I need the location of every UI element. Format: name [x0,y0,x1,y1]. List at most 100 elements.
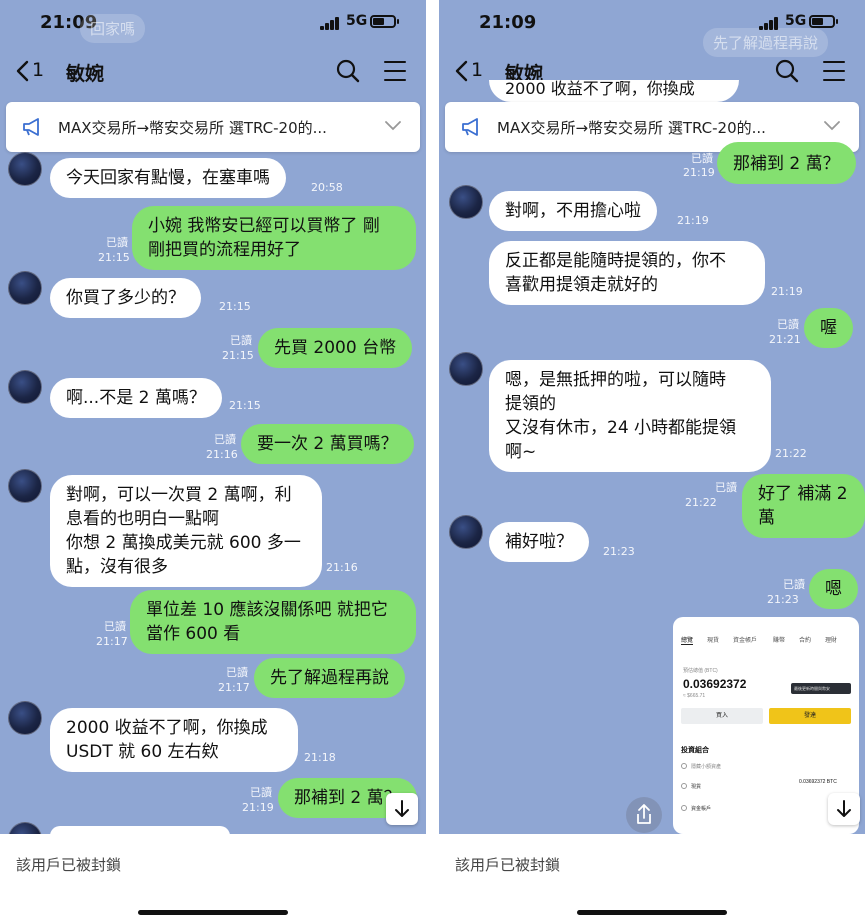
avatar[interactable] [8,152,42,186]
message-bubble: 要一次 2 萬買嗎？ [241,424,414,464]
card-tab-bar: 總覽 現貨 資金帳戶 賺幣 合約 理財 [681,635,851,649]
back-count[interactable]: 1 [32,59,44,81]
status-bar: 21:09 回家嗎 5G [0,0,426,44]
home-indicator[interactable] [577,910,727,915]
card-tab: 賺幣 [773,638,786,644]
card-portfolio-title: 投資組合 [681,747,709,754]
message-time: 21:15 [219,300,251,313]
read-receipt: 已讀 [226,666,248,679]
message-time: 21:17 [96,635,128,648]
menu-icon[interactable] [823,61,845,81]
message-bubble-partial: 2000 收益不了啊，你換成 [489,80,739,102]
home-indicator[interactable] [138,910,288,915]
message-bubble: 反正都是能隨時提領的，你不 喜歡用提領走就好的 [489,241,765,305]
blocked-notice: 該用戶已被封鎖 [16,856,122,874]
share-button[interactable] [626,797,662,833]
read-receipt: 已讀 [783,578,805,591]
arrow-down-icon [395,800,409,817]
avatar[interactable] [449,515,483,549]
status-bar: 21:09 先了解過程再說 5G [439,0,865,57]
chat-area[interactable]: 21:09 先了解過程再說 5G 1 敏婉 2000 收益不了啊，你換成 MAX… [439,0,865,834]
read-receipt: 已讀 [106,236,128,249]
avatar[interactable] [449,352,483,386]
card-tooltip: 最後更新時間與幣安 [791,683,851,694]
footer: 該用戶已被封鎖 [439,834,865,924]
ghost-notification: 回家嗎 [80,14,146,43]
card-row-label: 資金帳戶 [691,806,712,812]
message-bubble: 你買了多少的？ [50,278,201,318]
card-fiat-value: ≈ $665.71 [683,693,706,699]
footer: 該用戶已被封鎖 [0,834,426,924]
message-bubble: 補好啦？ [489,522,589,562]
read-receipt: 已讀 [104,620,126,633]
battery-icon [370,15,399,28]
status-time: 21:09 [479,12,537,33]
card-tab: 總覽 [681,635,694,645]
message-time: 21:16 [206,448,238,461]
card-tab: 理財 [825,638,838,644]
card-tab: 現貨 [707,638,720,644]
chat-screen-right: 21:09 先了解過程再說 5G 1 敏婉 2000 收益不了啊，你換成 MAX… [439,0,865,924]
avatar[interactable] [449,185,483,219]
message-time: 21:19 [242,801,274,814]
avatar[interactable] [8,822,42,834]
menu-icon[interactable] [384,61,406,81]
message-bubble: 那補到 2 萬？ [717,142,856,184]
message-bubble: 嗯 [809,569,858,609]
message-time: 21:21 [769,333,801,346]
message-time: 20:58 [311,181,343,194]
message-time: 21:22 [685,496,717,509]
scroll-down-button[interactable] [828,793,860,825]
chat-title: 敏婉 [66,63,105,85]
scroll-down-button[interactable] [386,793,418,825]
megaphone-icon [462,118,478,136]
read-receipt: 已讀 [777,318,799,331]
message-bubble: 單位差 10 應該沒關係吧 就把它 當作 600 看 [130,590,416,654]
search-icon[interactable] [335,58,361,84]
chevron-down-icon[interactable] [823,120,841,132]
message-time: 21:19 [771,285,803,298]
card-row-value: 0.03692372 BTC [799,779,837,785]
card-balance: 0.03692372 [683,677,747,691]
message-time: 21:23 [767,593,799,606]
chat-area[interactable]: 21:09 回家嗎 5G 1 敏婉 MAX交易所→幣安交易所 選TRC-20的.… [0,0,426,834]
message-time: 21:15 [222,349,254,362]
back-chevron-icon[interactable] [14,60,32,82]
message-time: 21:19 [677,214,709,227]
avatar[interactable] [8,271,42,305]
search-icon[interactable] [774,58,800,84]
nav-bar: 1 敏婉 [0,50,426,94]
message-bubble: 對啊，不用擔心啦 [489,191,657,231]
message-time: 21:22 [775,447,807,460]
read-receipt: 已讀 [715,481,737,494]
back-chevron-icon[interactable] [453,60,471,82]
avatar[interactable] [8,701,42,735]
message-bubble: 啊...不是 2 萬嗎？ [50,378,222,418]
message-time: 21:16 [326,561,358,574]
megaphone-icon [23,118,39,136]
message-time: 21:15 [229,399,261,412]
share-icon [637,804,651,824]
chevron-down-icon[interactable] [384,120,402,132]
announcement-text: MAX交易所→幣安交易所 選TRC-20的... [58,119,327,137]
announcement-text: MAX交易所→幣安交易所 選TRC-20的... [497,119,766,137]
network-label: 5G [785,13,807,29]
back-count[interactable]: 1 [471,59,483,81]
message-bubble: 今天回家有點慢，在塞車嗎 [50,158,286,198]
message-time: 21:18 [304,751,336,764]
avatar[interactable] [8,370,42,404]
message-time: 21:19 [683,166,715,179]
read-receipt: 已讀 [230,334,252,347]
message-time: 21:17 [218,681,250,694]
card-row-label: 現貨 [691,784,702,790]
battery-icon [809,15,838,28]
announcement-bar[interactable]: MAX交易所→幣安交易所 選TRC-20的... [6,102,420,152]
chat-screen-left: 21:09 回家嗎 5G 1 敏婉 MAX交易所→幣安交易所 選TRC-20的.… [0,0,426,924]
avatar[interactable] [8,469,42,503]
card-tab: 資金帳戶 [733,638,758,644]
wallet-icon [681,805,687,811]
message-bubble: 嗯，是無抵押的啦，可以隨時 提領的 又沒有休市，24 小時都能提領 啊~ [489,360,771,472]
signal-icon [759,16,781,30]
message-time: 21:23 [603,545,635,558]
message-bubble: 好了 補滿 2 萬 [742,474,865,538]
